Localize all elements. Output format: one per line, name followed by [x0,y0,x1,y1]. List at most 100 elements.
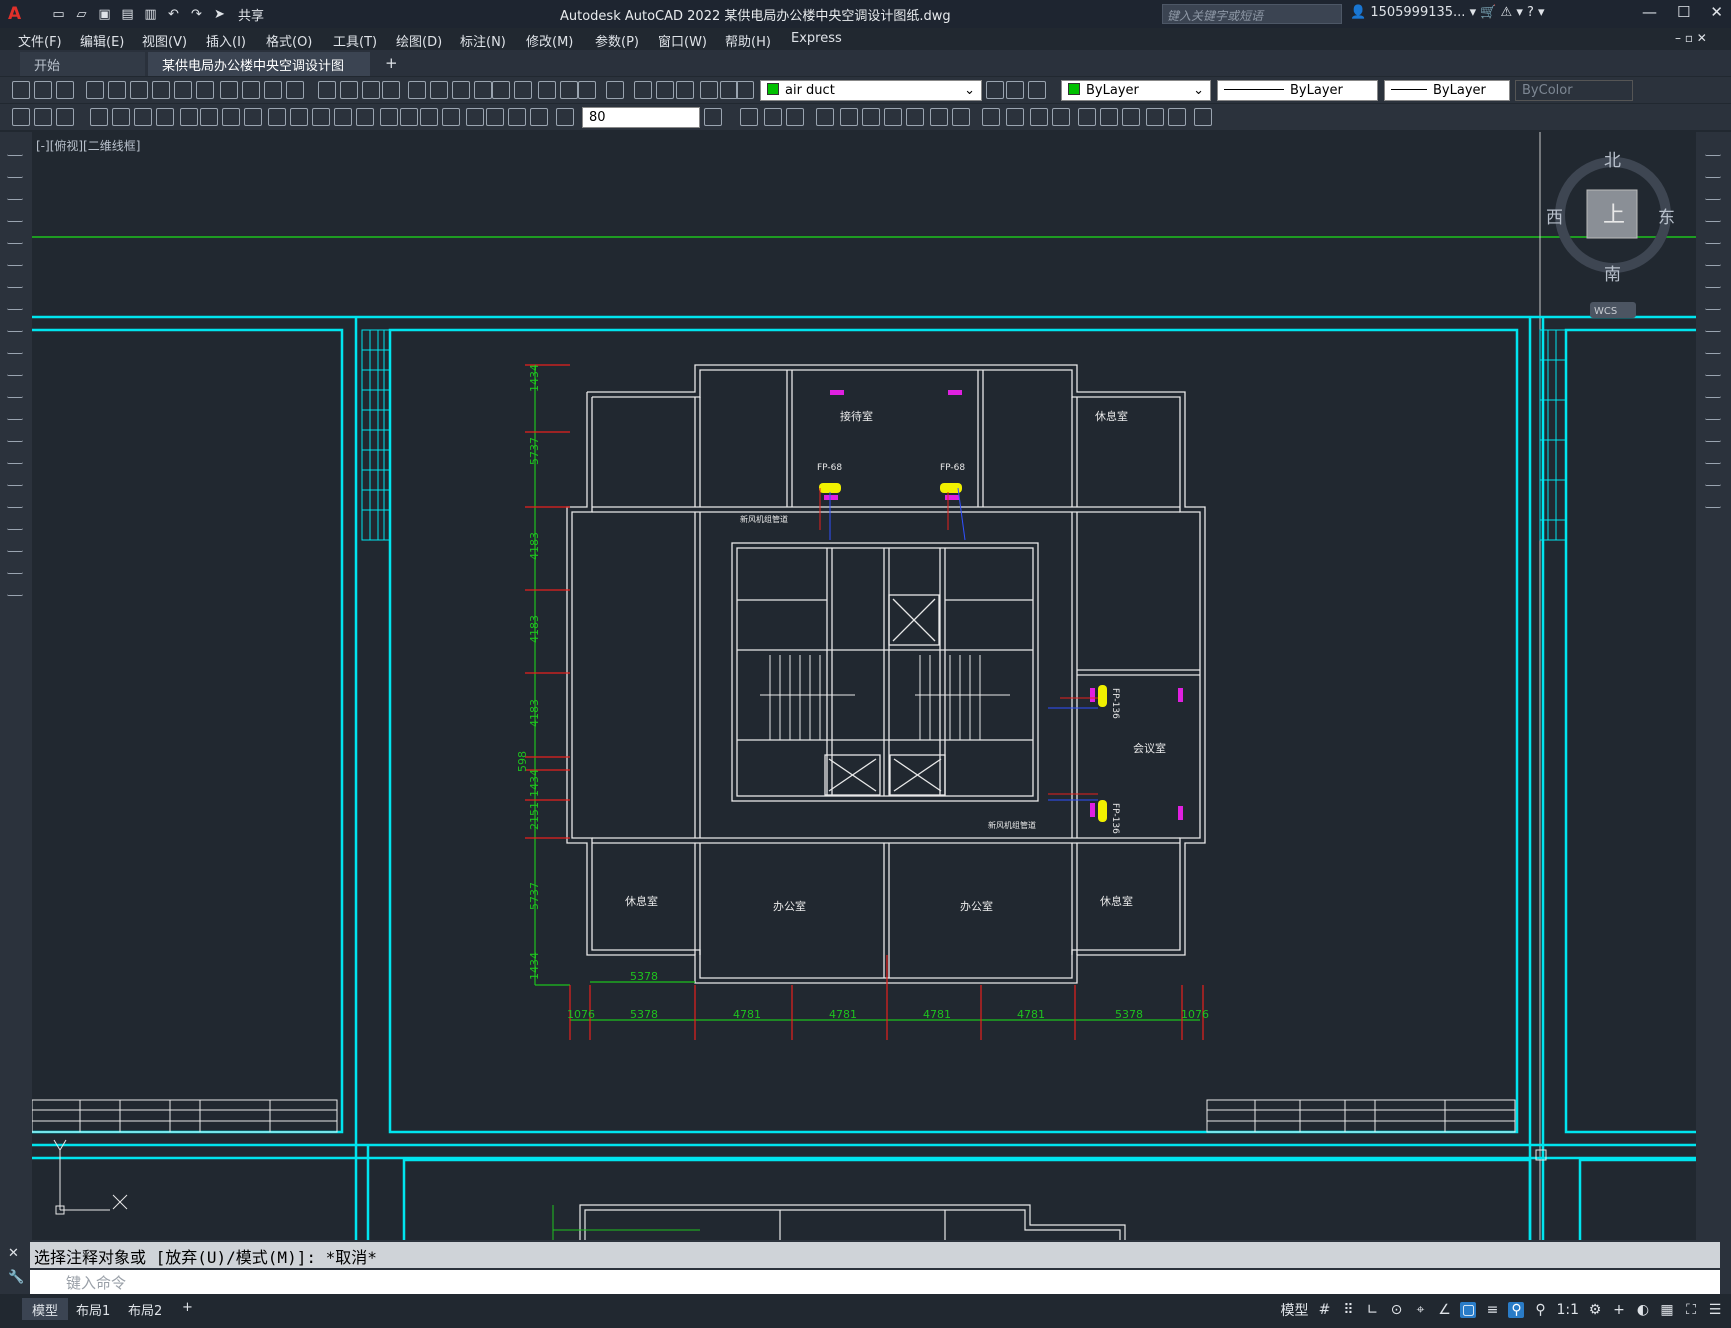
toolbar1-tool-icon-29[interactable] [676,81,694,99]
menu-insert[interactable]: 插入(I) [206,31,246,50]
toolbar2-tool-icon-18[interactable] [420,108,438,126]
add-layout-button[interactable]: + [172,1298,203,1320]
close-icon[interactable]: ✕ [1710,3,1723,21]
toolbar2-tool-icon-4[interactable] [112,108,130,126]
toolbar2-tool-icon-5[interactable] [134,108,152,126]
otrack-icon[interactable]: ∠ [1436,1302,1452,1318]
toolbar2-tool-icon-20[interactable] [466,108,484,126]
autocad-logo[interactable]: A [8,4,21,24]
modify-tool-icon-9[interactable] [1705,338,1721,354]
toolbar2-tool-icon-26[interactable] [740,108,758,126]
linetype-dropdown[interactable]: ByLayer [1217,80,1378,101]
toolbar1-tool-icon-11[interactable] [264,81,282,99]
maximize-icon[interactable]: ☐ [1677,3,1690,21]
draw-tool-icon-13[interactable] [7,426,23,442]
toolbar2-tool-icon-9[interactable] [222,108,240,126]
menu-modify[interactable]: 修改(M) [526,31,573,50]
customize-icon[interactable]: ☰ [1707,1302,1723,1318]
toolbar2-tool-icon-23[interactable] [530,108,548,126]
menu-parametric[interactable]: 参数(P) [595,31,639,50]
draw-tool-icon-5[interactable] [7,250,23,266]
toolbar2-tool-icon-37[interactable] [1006,108,1024,126]
toolbar2-tool-icon-6[interactable] [156,108,174,126]
toolbar2-tool-icon-13[interactable] [312,108,330,126]
toolbar2-tool-icon-42[interactable] [1122,108,1140,126]
toolbar2-tool-icon-40[interactable] [1078,108,1096,126]
menu-help[interactable]: 帮助(H) [725,31,771,50]
share-icon[interactable]: ➤ [211,6,228,23]
toolbar2-tool-icon-21[interactable] [486,108,504,126]
draw-tool-icon-3[interactable] [7,206,23,222]
draw-tool-icon-20[interactable] [7,580,23,596]
draw-tool-icon-11[interactable] [7,382,23,398]
toolbar2-tool-icon-32[interactable] [884,108,902,126]
toolbar1-tool-icon-5[interactable] [130,81,148,99]
toolbar1-tool-icon-8[interactable] [196,81,214,99]
toolbar2-tool-icon-31[interactable] [862,108,880,126]
toolbar1-tool-icon-30[interactable] [700,81,718,99]
toolbar2-tool-icon-28[interactable] [786,108,804,126]
toolbar1-tool-icon-25[interactable] [578,81,596,99]
wrench-icon[interactable]: 🔧 [8,1270,24,1285]
modify-tool-icon-12[interactable] [1705,404,1721,420]
model-space-button[interactable]: 模型 [1280,1300,1308,1320]
draw-tool-icon-6[interactable] [7,272,23,288]
redo-icon[interactable]: ↷ [188,6,205,23]
new-tab-button[interactable]: + [385,54,398,72]
modify-tool-icon-5[interactable] [1705,250,1721,266]
menu-express[interactable]: Express [791,31,842,46]
modify-tool-icon-3[interactable] [1705,206,1721,222]
toolbar2-tool-icon-41[interactable] [1100,108,1118,126]
layout-tab-model[interactable]: 模型 [22,1298,69,1320]
lineweight-icon[interactable]: ≡ [1484,1302,1500,1318]
toolbar1-tool-icon-28[interactable] [656,81,674,99]
modify-tool-icon-15[interactable] [1705,470,1721,486]
toolbar2-tool-icon-44[interactable] [1168,108,1186,126]
draw-tool-icon-17[interactable] [7,514,23,530]
toolbar1-tool-icon-19[interactable] [452,81,470,99]
polar-icon[interactable]: ⊙ [1388,1302,1404,1318]
modify-tool-icon-6[interactable] [1705,272,1721,288]
toolbar1-tool-icon-18[interactable] [430,81,448,99]
toolbar1-tool-icon-6[interactable] [152,81,170,99]
menu-tools[interactable]: 工具(T) [333,31,377,50]
toolbar1-tool-icon-32[interactable] [736,81,754,99]
toolbar2-tool-icon-27[interactable] [764,108,782,126]
hardware-accel-icon[interactable]: ▦ [1659,1302,1675,1318]
toolbar2-tool-icon-45[interactable] [1194,108,1212,126]
annotation-scale-value[interactable]: 1:1 [1556,1302,1579,1318]
draw-tool-icon-18[interactable] [7,536,23,552]
doc-window-controls[interactable]: – ▫ ✕ [1675,31,1707,45]
menu-view[interactable]: 视图(V) [142,31,187,50]
draw-tool-icon-4[interactable] [7,228,23,244]
save-as-icon[interactable]: ▤ [119,6,136,23]
toolbar1-tool-icon-34[interactable] [1006,81,1024,99]
toolbar1-tool-icon-1[interactable] [34,81,52,99]
modify-tool-icon-1[interactable] [1705,162,1721,178]
color-dropdown[interactable]: ByLayer ⌄ [1061,80,1211,101]
toolbar1-tool-icon-15[interactable] [362,81,380,99]
toolbar2-tool-icon-35[interactable] [952,108,970,126]
fullscreen-icon[interactable]: ⛶ [1683,1302,1699,1318]
annotation-visibility-icon[interactable]: ⚲ [1508,1302,1525,1318]
toolbar2-tool-icon-36[interactable] [982,108,1000,126]
layout-tab-1[interactable]: 布局1 [66,1298,120,1320]
modify-tool-icon-2[interactable] [1705,184,1721,200]
modify-tool-icon-0[interactable] [1705,140,1721,156]
annotation-scale-icon[interactable]: ⚲ [1532,1302,1548,1318]
toolbar2-tool-icon-14[interactable] [334,108,352,126]
minimize-icon[interactable]: — [1642,3,1657,21]
modify-tool-icon-7[interactable] [1705,294,1721,310]
user-account[interactable]: 👤 1505999135... ▾ 🛒 ⚠ ▾ ? ▾ [1350,5,1545,20]
modify-tool-icon-11[interactable] [1705,382,1721,398]
toolbar1-tool-icon-21[interactable] [492,81,510,99]
toolbar2-tool-icon-10[interactable] [244,108,262,126]
new-icon[interactable]: ▭ [50,6,67,23]
toolbar1-tool-icon-7[interactable] [174,81,192,99]
toolbar2-tool-icon-19[interactable] [442,108,460,126]
toolbar1-tool-icon-3[interactable] [86,81,104,99]
toolbar1-tool-icon-26[interactable] [606,81,624,99]
plot-icon[interactable]: ▥ [142,6,159,23]
toolbar1-tool-icon-14[interactable] [340,81,358,99]
toolbar2-tool-icon-34[interactable] [930,108,948,126]
